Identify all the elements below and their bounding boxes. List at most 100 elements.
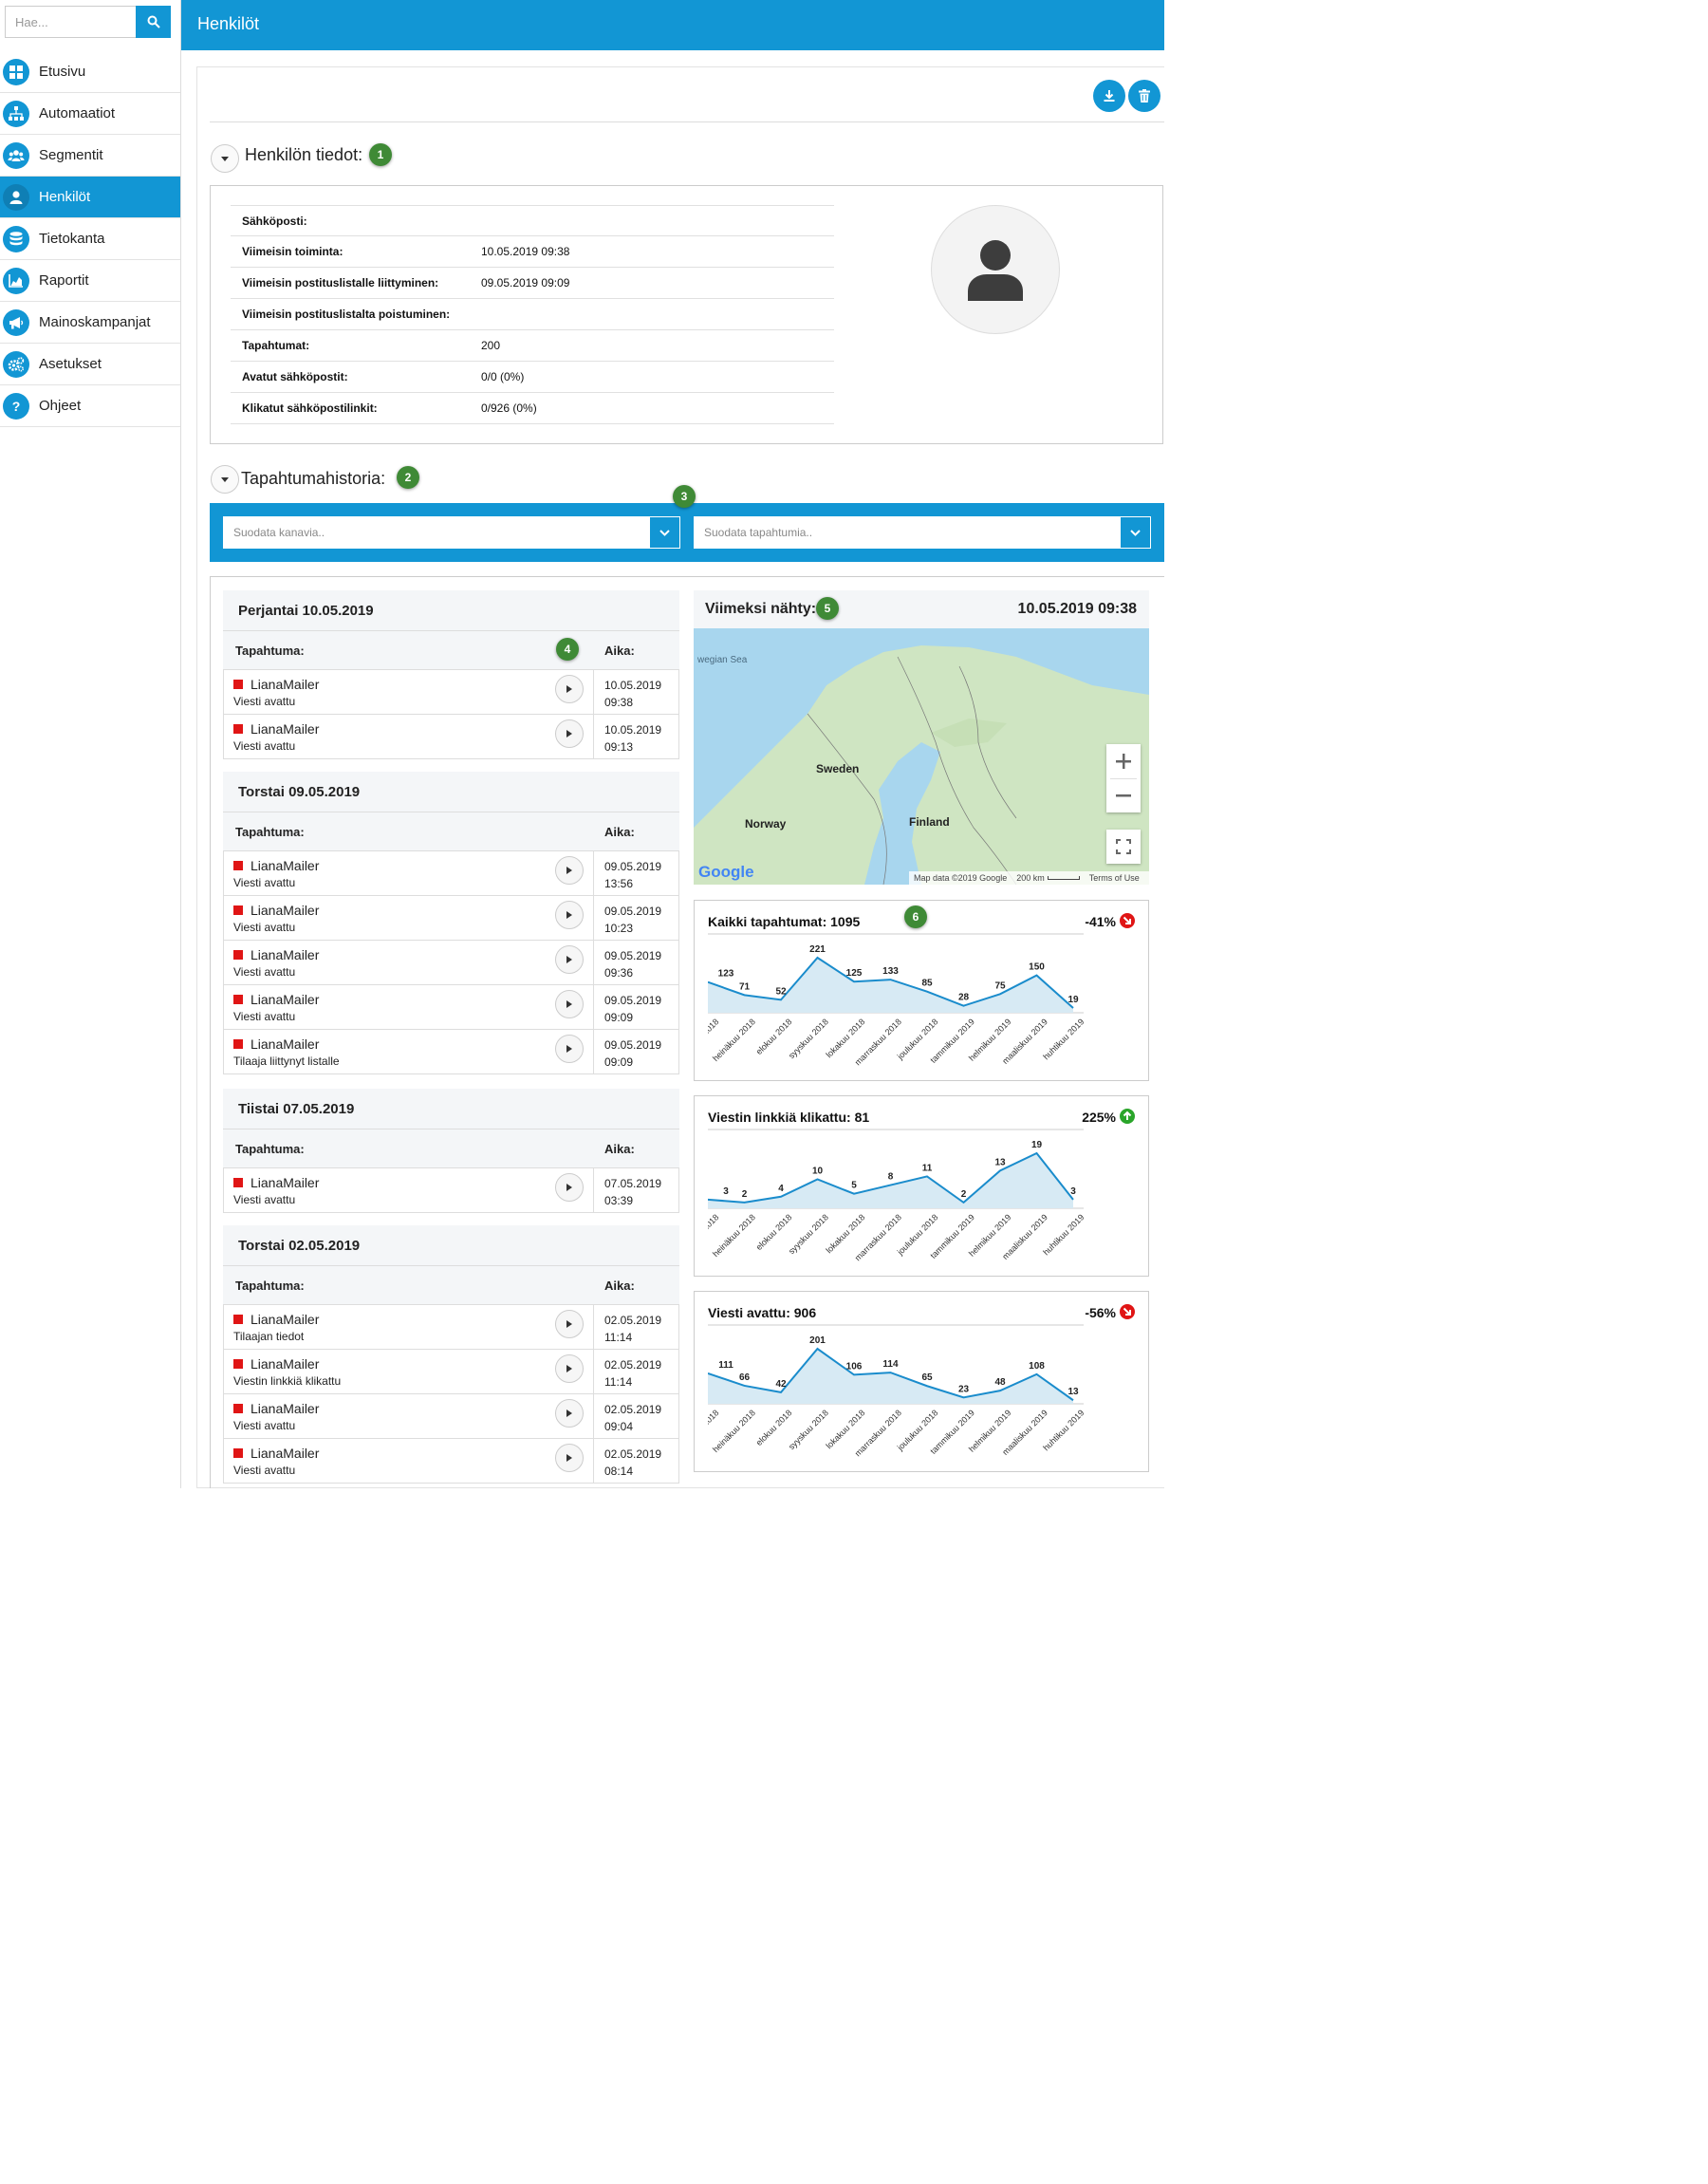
event-description: Tilaajan tiedot [233,1330,305,1343]
info-label: Avatut sähköpostit: [242,370,348,383]
collapse-person-button[interactable] [211,144,239,173]
event-source: LianaMailer [251,1036,320,1052]
event-date: 09.05.2019 [604,949,662,962]
event-details-button[interactable] [555,990,584,1018]
sidebar-item-label: Raportit [39,272,89,289]
event-details-button[interactable] [555,945,584,974]
event-time: 09.05.2019 10:23 [594,896,661,940]
group-icon [3,141,29,169]
data-label: 2 [961,1189,967,1200]
event-cell: LianaMailer Viesti avattu [224,1168,594,1212]
event-day-group: Torstai 09.05.2019 Tapahtuma: Aika: LianaMa… [223,772,679,1074]
event-details-button[interactable] [555,675,584,703]
gears-icon [3,350,29,378]
sidebar-item-ohjeet[interactable]: ? Ohjeet [0,385,180,427]
play-icon [566,867,572,874]
event-filter-input[interactable] [694,516,1121,549]
sidebar-item-segmentit[interactable]: Segmentit [0,135,180,177]
map-label-finland: Finland [909,815,950,829]
event-cell: LianaMailer Tilaaja liittynyt listalle [224,1030,594,1073]
column-event: Tapahtuma: [235,1141,305,1156]
sidebar-item-automaatiot[interactable]: Automaatiot [0,93,180,135]
sidebar-item-raportit[interactable]: Raportit [0,260,180,302]
event-filter[interactable] [694,516,1151,549]
user-silhouette-icon [968,240,1023,301]
event-filter-toggle[interactable] [1121,516,1151,549]
info-row: Avatut sähköpostit: 0/0 (0%) [231,362,834,393]
sidebar-item-tietokanta[interactable]: Tietokanta [0,218,180,260]
event-details-button[interactable] [555,1444,584,1472]
zoom-in-button[interactable] [1116,744,1131,778]
event-details-button[interactable] [555,719,584,748]
delete-button[interactable] [1128,80,1160,112]
zoom-controls [1106,744,1141,812]
event-date: 09.05.2019 [604,1038,662,1052]
search-input[interactable] [5,6,136,38]
data-label: 23 [958,1384,970,1394]
event-date: 10.05.2019 [604,723,662,737]
play-icon [566,1000,572,1008]
caret-down-icon [221,476,229,482]
sidebar-item-asetukset[interactable]: Asetukset [0,344,180,385]
terms-link[interactable]: Terms of Use [1089,873,1140,883]
event-description: Viesti avattu [233,739,296,753]
sidebar-item-henkil-t[interactable]: Henkilöt [0,177,180,218]
event-clock: 03:39 [604,1194,634,1207]
channel-filter-input[interactable] [223,516,650,549]
event-description: Viesti avattu [233,965,296,979]
info-row: Viimeisin toiminta: 10.05.2019 09:38 [231,236,834,268]
event-source: LianaMailer [251,858,320,873]
event-date: 02.05.2019 [604,1403,662,1416]
event-details-button[interactable] [555,1354,584,1383]
sidebar-item-label: Asetukset [39,356,102,372]
event-row: LianaMailer Viesti avattu 10.05.2019 09:38 [223,670,679,715]
fullscreen-button[interactable] [1106,830,1141,864]
channel-filter[interactable] [223,516,680,549]
sidebar-item-etusivu[interactable]: Etusivu [0,51,180,93]
megaphone-icon [3,308,29,336]
download-icon [1104,90,1115,102]
zoom-out-button[interactable] [1110,778,1137,812]
event-day-group: Torstai 02.05.2019 Tapahtuma: Aika: LianaMa… [223,1225,679,1484]
event-row: LianaMailer Viesti avattu 02.05.2019 09:04 [223,1394,679,1439]
event-marker-icon [233,1448,243,1458]
info-value: 200 [481,339,501,352]
event-date: 02.05.2019 [604,1358,662,1372]
event-details-button[interactable] [555,1399,584,1428]
channel-filter-toggle[interactable] [650,516,680,549]
event-details-button[interactable] [555,1035,584,1063]
event-row: LianaMailer Viesti avattu 09.05.2019 09:36 [223,941,679,985]
sidebar-item-label: Segmentit [39,147,103,163]
event-columns-header: Tapahtuma: Aika: [223,1129,679,1168]
metric-chart: Viestin linkkiä klikattu: 81 225% 3 2 4 10 5 8 1… [694,1095,1149,1277]
collapse-history-button[interactable] [211,465,239,494]
location-map[interactable]: wegian Sea Sweden Norway Finland Google … [694,628,1149,885]
map-attribution: Map data ©2019 Google 200 km Terms of Us… [909,871,1149,885]
callout-badge: 5 [816,597,839,620]
event-details-button[interactable] [555,1310,584,1338]
event-source: LianaMailer [251,1356,320,1372]
sidebar-item-label: Henkilöt [39,189,91,205]
data-label: 42 [775,1379,787,1390]
event-clock: 13:56 [604,877,634,890]
event-marker-icon [233,680,243,689]
filter-bar [210,503,1164,562]
data-label: 48 [994,1377,1006,1388]
event-details-button[interactable] [555,856,584,885]
data-label: 4 [778,1184,784,1194]
event-source: LianaMailer [251,947,320,962]
callout-badge: 2 [397,466,419,489]
event-details-button[interactable] [555,901,584,929]
event-details-button[interactable] [555,1173,584,1202]
trend-down-icon [1120,1304,1135,1319]
data-label: 66 [739,1372,751,1383]
search-button[interactable] [136,6,171,38]
play-icon [566,730,572,737]
play-icon [566,1365,572,1372]
map-sea-label: wegian Sea [697,655,748,665]
data-label: 19 [1068,995,1079,1005]
event-description: Viesti avattu [233,921,296,934]
sidebar-item-mainoskampanjat[interactable]: Mainoskampanjat [0,302,180,344]
chart-change: -56% [1085,1305,1116,1320]
download-button[interactable] [1093,80,1125,112]
